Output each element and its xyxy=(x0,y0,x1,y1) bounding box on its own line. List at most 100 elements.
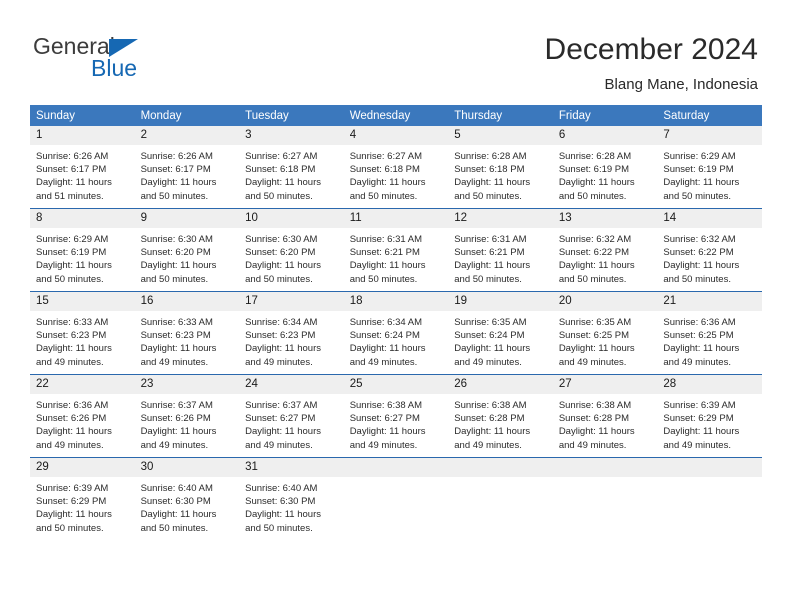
day-cell[interactable]: 10 Sunrise: 6:30 AM Sunset: 6:20 PM Dayl… xyxy=(239,208,344,292)
day-cell[interactable]: 15 Sunrise: 6:33 AM Sunset: 6:23 PM Dayl… xyxy=(30,291,135,375)
general-blue-logo[interactable]: General Blue xyxy=(33,33,233,85)
daylight-text-line1: Daylight: 11 hours xyxy=(558,343,635,355)
day-cell[interactable]: 12 Sunrise: 6:31 AM Sunset: 6:21 PM Dayl… xyxy=(448,208,553,292)
day-cell[interactable]: 17 Sunrise: 6:34 AM Sunset: 6:23 PM Dayl… xyxy=(239,291,344,375)
daylight-text-line2: and 49 minutes. xyxy=(36,439,104,451)
day-details: Sunrise: 6:38 AM Sunset: 6:28 PM Dayligh… xyxy=(553,394,658,452)
sunrise-text: Sunrise: 6:28 AM xyxy=(454,151,527,162)
day-cell-empty xyxy=(343,457,449,540)
day-cell[interactable]: 16 Sunrise: 6:33 AM Sunset: 6:23 PM Dayl… xyxy=(134,291,240,375)
daylight-text-line1: Daylight: 11 hours xyxy=(454,177,531,189)
day-cell[interactable]: 29 Sunrise: 6:39 AM Sunset: 6:29 PM Dayl… xyxy=(30,457,135,540)
day-cell[interactable]: 7 Sunrise: 6:29 AM Sunset: 6:19 PM Dayli… xyxy=(657,126,762,209)
sunrise-text: Sunrise: 6:34 AM xyxy=(349,317,423,328)
sunset-text: Sunset: 6:23 PM xyxy=(245,330,316,342)
day-cell[interactable]: 13 Sunrise: 6:32 AM Sunset: 6:22 PM Dayl… xyxy=(552,208,658,292)
day-cell[interactable]: 26 Sunrise: 6:38 AM Sunset: 6:28 PM Dayl… xyxy=(448,374,553,458)
day-cell[interactable]: 27 Sunrise: 6:38 AM Sunset: 6:28 PM Dayl… xyxy=(552,374,658,458)
day-cell[interactable]: 31 Sunrise: 6:40 AM Sunset: 6:30 PM Dayl… xyxy=(239,457,344,540)
day-cell[interactable]: 22 Sunrise: 6:36 AM Sunset: 6:26 PM Dayl… xyxy=(30,374,135,458)
daylight-text-line2: and 50 minutes. xyxy=(36,273,104,285)
day-cell[interactable]: 20 Sunrise: 6:35 AM Sunset: 6:25 PM Dayl… xyxy=(552,291,658,375)
sunrise-text: Sunrise: 6:34 AM xyxy=(245,317,318,328)
daylight-text-line1: Daylight: 11 hours xyxy=(36,177,112,189)
day-details: Sunrise: 6:27 AM Sunset: 6:18 PM Dayligh… xyxy=(239,145,344,203)
day-details: Sunrise: 6:38 AM Sunset: 6:27 PM Dayligh… xyxy=(344,394,449,452)
sunrise-text: Sunrise: 6:27 AM xyxy=(349,151,423,162)
sunrise-text: Sunrise: 6:36 AM xyxy=(663,317,736,328)
day-number xyxy=(552,458,658,477)
day-number: 13 xyxy=(552,209,658,228)
calendar-header-row: Sunday Monday Tuesday Wednesday Thursday… xyxy=(30,105,762,126)
day-cell[interactable]: 23 Sunrise: 6:37 AM Sunset: 6:26 PM Dayl… xyxy=(134,374,240,458)
day-details: Sunrise: 6:39 AM Sunset: 6:29 PM Dayligh… xyxy=(657,394,762,452)
sunset-text: Sunset: 6:18 PM xyxy=(454,164,525,176)
day-cell[interactable]: 2 Sunrise: 6:26 AM Sunset: 6:17 PM Dayli… xyxy=(134,126,240,209)
calendar-body: 1 Sunrise: 6:26 AM Sunset: 6:17 PM Dayli… xyxy=(30,126,762,540)
day-number: 31 xyxy=(239,458,344,477)
sunrise-text: Sunrise: 6:38 AM xyxy=(558,400,632,411)
sunrise-text: Sunrise: 6:30 AM xyxy=(140,234,213,245)
day-cell[interactable]: 30 Sunrise: 6:40 AM Sunset: 6:30 PM Dayl… xyxy=(134,457,240,540)
daylight-text-line1: Daylight: 11 hours xyxy=(663,177,740,189)
sunset-text: Sunset: 6:22 PM xyxy=(663,247,734,259)
daylight-text-line1: Daylight: 11 hours xyxy=(558,260,635,272)
daylight-text-line1: Daylight: 11 hours xyxy=(245,177,321,189)
day-cell[interactable]: 4 Sunrise: 6:27 AM Sunset: 6:18 PM Dayli… xyxy=(343,126,449,209)
daylight-text-line2: and 49 minutes. xyxy=(663,356,731,368)
day-cell[interactable]: 8 Sunrise: 6:29 AM Sunset: 6:19 PM Dayli… xyxy=(30,208,135,292)
sunset-text: Sunset: 6:28 PM xyxy=(454,413,525,425)
day-cell[interactable]: 5 Sunrise: 6:28 AM Sunset: 6:18 PM Dayli… xyxy=(448,126,553,209)
daylight-text-line2: and 50 minutes. xyxy=(140,522,209,534)
day-details: Sunrise: 6:31 AM Sunset: 6:21 PM Dayligh… xyxy=(344,228,449,286)
daylight-text-line2: and 49 minutes. xyxy=(349,439,418,451)
daylight-text-line2: and 50 minutes. xyxy=(140,190,209,202)
daylight-text-line1: Daylight: 11 hours xyxy=(140,509,217,521)
day-details: Sunrise: 6:40 AM Sunset: 6:30 PM Dayligh… xyxy=(135,477,240,535)
daylight-text-line2: and 50 minutes. xyxy=(663,190,731,202)
sunrise-text: Sunrise: 6:26 AM xyxy=(140,151,213,162)
day-number: 21 xyxy=(657,292,762,311)
day-cell[interactable]: 18 Sunrise: 6:34 AM Sunset: 6:24 PM Dayl… xyxy=(343,291,449,375)
day-cell[interactable]: 21 Sunrise: 6:36 AM Sunset: 6:25 PM Dayl… xyxy=(657,291,762,375)
day-number: 9 xyxy=(134,209,240,228)
day-number: 14 xyxy=(657,209,762,228)
day-cell[interactable]: 24 Sunrise: 6:37 AM Sunset: 6:27 PM Dayl… xyxy=(239,374,344,458)
calendar-week-row: 22 Sunrise: 6:36 AM Sunset: 6:26 PM Dayl… xyxy=(30,374,762,458)
day-details: Sunrise: 6:40 AM Sunset: 6:30 PM Dayligh… xyxy=(239,477,344,535)
sunset-text: Sunset: 6:19 PM xyxy=(558,164,630,176)
daylight-text-line2: and 49 minutes. xyxy=(558,439,627,451)
sunrise-text: Sunrise: 6:27 AM xyxy=(245,151,318,162)
day-number: 23 xyxy=(134,375,240,394)
day-details: Sunrise: 6:34 AM Sunset: 6:24 PM Dayligh… xyxy=(344,311,449,369)
day-cell[interactable]: 1 Sunrise: 6:26 AM Sunset: 6:17 PM Dayli… xyxy=(30,126,135,209)
daylight-text-line2: and 49 minutes. xyxy=(663,439,731,451)
day-details: Sunrise: 6:39 AM Sunset: 6:29 PM Dayligh… xyxy=(30,477,135,535)
sunset-text: Sunset: 6:17 PM xyxy=(140,164,211,176)
sunset-text: Sunset: 6:25 PM xyxy=(558,330,630,342)
sunset-text: Sunset: 6:20 PM xyxy=(140,247,211,259)
sunrise-text: Sunrise: 6:32 AM xyxy=(663,234,736,245)
sunset-text: Sunset: 6:21 PM xyxy=(454,247,525,259)
day-number: 4 xyxy=(343,126,449,145)
day-cell[interactable]: 6 Sunrise: 6:28 AM Sunset: 6:19 PM Dayli… xyxy=(552,126,658,209)
day-number: 7 xyxy=(657,126,762,145)
calendar-page: General Blue December 2024 Blang Mane, I… xyxy=(0,0,792,612)
day-cell[interactable]: 14 Sunrise: 6:32 AM Sunset: 6:22 PM Dayl… xyxy=(657,208,762,292)
sunset-text: Sunset: 6:23 PM xyxy=(140,330,211,342)
day-details: Sunrise: 6:29 AM Sunset: 6:19 PM Dayligh… xyxy=(657,145,762,203)
day-cell[interactable]: 11 Sunrise: 6:31 AM Sunset: 6:21 PM Dayl… xyxy=(343,208,449,292)
daylight-text-line1: Daylight: 11 hours xyxy=(454,426,531,438)
daylight-text-line2: and 49 minutes. xyxy=(36,356,104,368)
day-cell[interactable]: 9 Sunrise: 6:30 AM Sunset: 6:20 PM Dayli… xyxy=(134,208,240,292)
sunrise-text: Sunrise: 6:38 AM xyxy=(454,400,527,411)
daylight-text-line1: Daylight: 11 hours xyxy=(36,260,112,272)
day-number: 6 xyxy=(552,126,658,145)
sunset-text: Sunset: 6:27 PM xyxy=(349,413,420,425)
day-cell[interactable]: 25 Sunrise: 6:38 AM Sunset: 6:27 PM Dayl… xyxy=(343,374,449,458)
day-cell[interactable]: 19 Sunrise: 6:35 AM Sunset: 6:24 PM Dayl… xyxy=(448,291,553,375)
day-cell[interactable]: 28 Sunrise: 6:39 AM Sunset: 6:29 PM Dayl… xyxy=(657,374,762,458)
day-details: Sunrise: 6:31 AM Sunset: 6:21 PM Dayligh… xyxy=(448,228,553,286)
day-cell[interactable]: 3 Sunrise: 6:27 AM Sunset: 6:18 PM Dayli… xyxy=(239,126,344,209)
daylight-text-line1: Daylight: 11 hours xyxy=(36,509,112,521)
